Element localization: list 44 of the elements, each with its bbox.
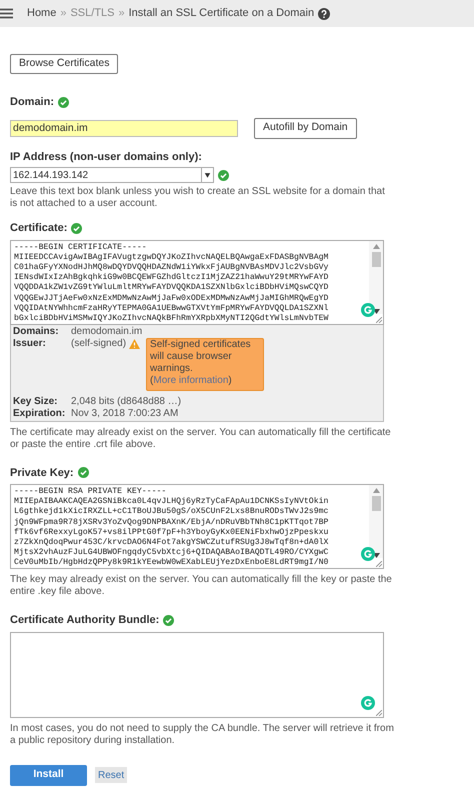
help-text: Leave this text box blank unless you wish to create an SSL website for a domain that is not attached to a user account. [10, 186, 386, 210]
browse-certificates-button[interactable]: Browse Certificates [10, 54, 118, 74]
autofill-by-domain-button[interactable]: Autofill by Domain [254, 118, 357, 138]
caret-down-icon[interactable] [201, 168, 213, 182]
certificate-field[interactable]: -----BEGIN CERTIFICATE----- MIIEEDCCAvigAwIBAgIFAVugtzgwDQYJKoZIhvcNAQELBQAwgaExFDASBgNVBAgM C01haGFyYXNodHJhMQ8wDQYDVQQHDAZNdW1iYWkxFjAUBgNVBAsMDVJlc2VsbGVy IENsdWIxIzAhBgkqhkiG9w0BCQEWFGZhdGltczI1MjZAZ21haWwuY29tMRYwFAYD VQQDDA1kZW1vZG9tYWluLmltMRYwFAYDVQQKDA1SZXNlbGxlciBDbHViMQswCQYD VQQGEwJJTjAeFw0xNzExMDMwNzAwMjJaFw0xODExMDMwNzAwMjJaMIGhMRQwEgYD VQQIDAtNYWhhcmFzaHRyYTEPMA0GA1UEBwwGTXVtYmFpMRYwFAYDVQQLDA1SZXNl bGxlciBDbHViMSMwIQYJKoZIhvcNAQkBFhRmYXRpbXMyNTI2QGdtYWlsLmNvbTEW [10, 240, 384, 324]
field-label: Private Key: [10, 466, 74, 480]
breadcrumb-separator: » [118, 6, 125, 22]
scrollbar-thumb[interactable] [372, 496, 380, 511]
field-label: IP Address (non-user domains only): [10, 150, 202, 164]
help-icon[interactable] [318, 8, 330, 20]
detail-label: Domains: [13, 326, 60, 338]
install-button[interactable]: Install [10, 764, 87, 786]
detail-value: 2,048 bits (d8648d88 …) [71, 396, 182, 408]
field-label: Certificate: [10, 221, 68, 236]
detail-label: Expiration: [13, 408, 66, 420]
field-label: Certificate Authority Bundle: [10, 613, 160, 628]
domain-field[interactable]: demodomain.im [10, 120, 238, 136]
grammar-assistant-icon[interactable] [361, 696, 375, 710]
ip-address-dropdown[interactable]: 162.144.193.142 [10, 167, 214, 183]
detail-label: Key Size: [13, 396, 58, 408]
detail-label: Issuer: [13, 338, 47, 350]
reset-button[interactable]: Reset [95, 767, 128, 783]
breadcrumb-item: Install an SSL Certificate on a Domain [128, 6, 314, 22]
detail-value: (self-signed) [71, 338, 126, 350]
breadcrumb-item: Home [27, 6, 56, 22]
help-text: The certificate may already exist on the server. You can automatically fill the certificate or paste the entire .crt file above. [10, 426, 392, 450]
detail-value: Nov 3, 2018 7:00:23 AM [71, 408, 178, 420]
scrollbar[interactable] [369, 240, 383, 314]
private-key-field[interactable]: -----BEGIN RSA PRIVATE KEY----- MIIEpAIBAAKCAQEA2GSNiBkca0L4qvJLHQj6yRzTyCaFApAu1DCNKSsIyNVtOkin L6gthkejd1kXicIRXZLL+cC1TBoUJBu50gS/oX5CUnF2Lxs8BnuRODsTWvJ2s9mc jQn9WFpma9R78jXSRv3YoZvQog9DNPBAXnK/EbjA/nDRuVBbTNh8C1pKTTqot7BP fTk6vf6RexxyLgoK57+vs8ilPPtG0f7pF+h3YboyGyKx0EENiFbxhwOjzPpeskxu z7ZkXnQdoqPwur453C/krvcDAO6N4Fot7akgYSWCZutufRSUg3J8wTqf8n+dA0lX MjtsX2vhAuzFJuLG4UBWOFngqdyC5vbXtcj6+QIDAQABAoIBAQDTL49RO/CYXgwC CeV0uMbIb/HgbHdzQPPy8k9R1kYEewbW0wEXabLEUjYezDxEnboE8LdRT9mgI/N0 [10, 484, 384, 569]
scrollbar[interactable] [369, 485, 383, 558]
breadcrumb-separator: » [60, 6, 66, 22]
ca-bundle-field[interactable] [10, 632, 384, 718]
scroll-up-icon[interactable] [372, 488, 380, 493]
field-label: Domain: [10, 95, 54, 110]
resize-handle-icon[interactable] [376, 561, 382, 567]
resize-handle-icon[interactable] [376, 316, 382, 322]
scrollbar-thumb[interactable] [372, 252, 380, 266]
detail-value: demodomain.im [71, 326, 142, 338]
warning-tooltip: Self-signed certificates will cause browser warnings. (More information) [146, 338, 264, 390]
scroll-up-icon[interactable] [372, 244, 380, 248]
resize-handle-icon[interactable] [376, 710, 382, 716]
menu-icon[interactable] [0, 8, 13, 19]
help-text: The key may already exist on the server. You can automatically fill the key or paste the entire .key file above. [10, 574, 393, 598]
help-text: In most cases, you do not need to supply the CA bundle. The server will retrieve it from a public repository during installation. [10, 722, 394, 746]
